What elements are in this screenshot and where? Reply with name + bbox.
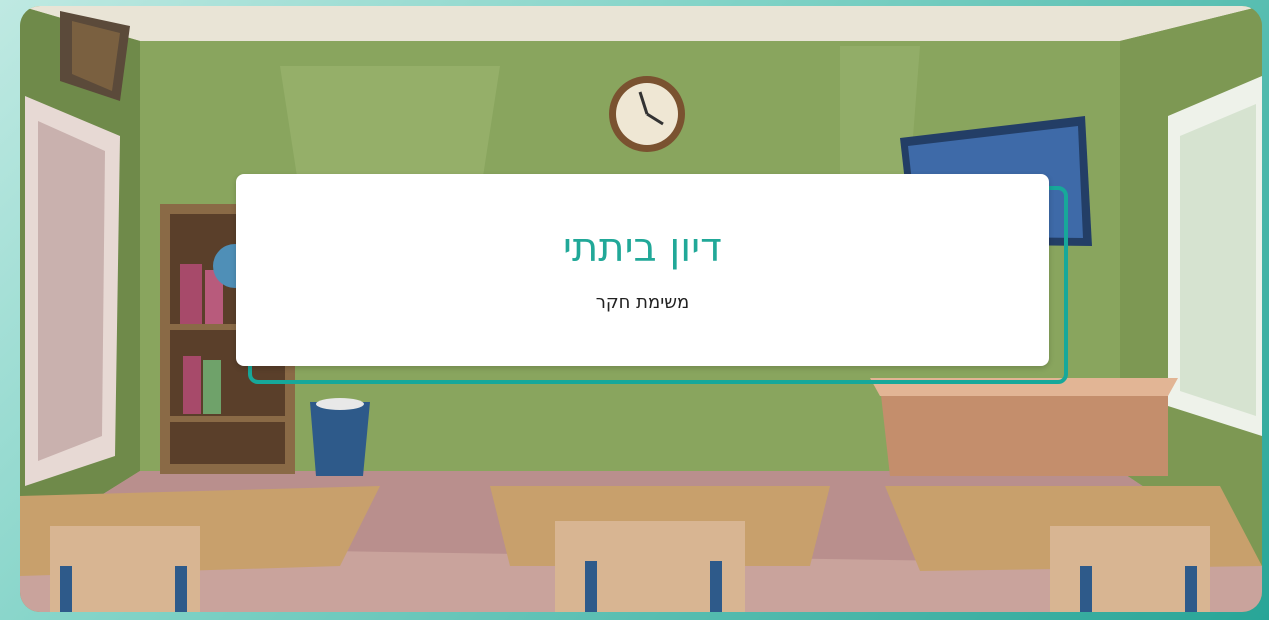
page-subtitle: משימת חקר xyxy=(595,292,690,313)
page-title: דיון ביתתי xyxy=(563,225,722,271)
title-card: דיון ביתתי משימת חקר xyxy=(236,174,1049,366)
